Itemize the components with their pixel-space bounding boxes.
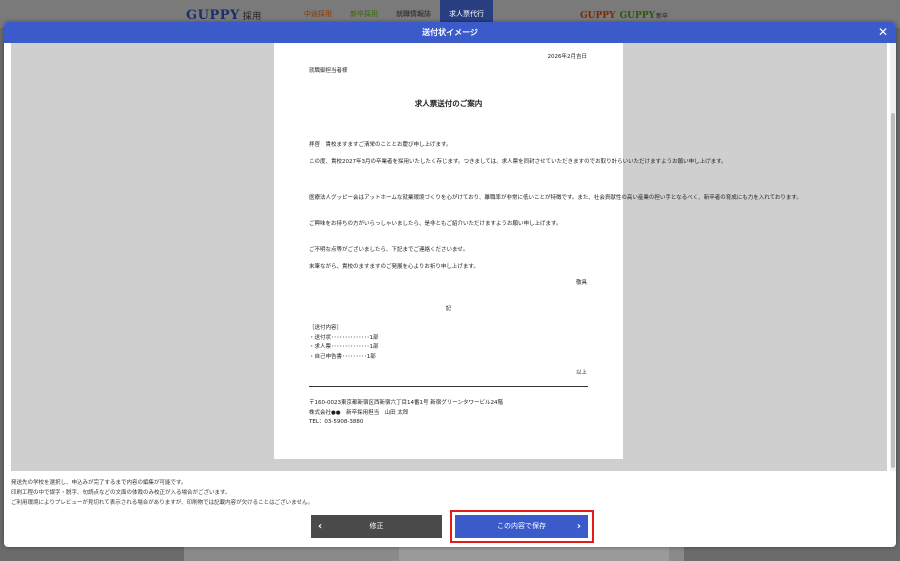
letter-preview-area[interactable]: 2026年2月吉日 就職御担当者様 求人票送付のご案内 拝啓 貴校ますますご清栄… (11, 43, 887, 471)
letter-closing: 末筆ながら、貴校のますますのご発展を心よりお祈り申し上げます。 (309, 264, 479, 270)
letter-sender: 〒160-0023東京都新宿区西新宿六丁目14番1号 新宿グリーンタワービル24… (309, 399, 503, 428)
sender-name: 株式会社●● 新卒採用担当 山田 太郎 (309, 409, 409, 416)
logo-text: GUPPY (186, 8, 240, 23)
sender-address: 〒160-0023東京都新宿区西新宿六丁目14番1号 新宿グリーンタワービル24… (309, 400, 503, 406)
letter-keigu: 敬具 (575, 280, 587, 286)
right-logo-2[interactable]: GUPPY (620, 11, 656, 21)
letter-ijou: 以上 (575, 370, 587, 376)
save-button[interactable]: この内容で保存 › (455, 515, 588, 538)
sender-tel: TEL：03-5908-3880 (309, 419, 364, 425)
chevron-right-icon: › (576, 521, 581, 532)
letter-recipient: 就職御担当者様 (309, 68, 348, 74)
letter-ki: 記 (445, 306, 452, 312)
letter-paragraph-1: この度、貴校2027年3月の卒業者を採用いたしたく存じます。つきましては、求人票… (309, 159, 727, 165)
contents-item: ・送付状･･････････････1部 (309, 334, 379, 341)
close-icon[interactable]: ✕ (876, 25, 890, 39)
note-line: 印刷工程の中で誤字・脱字、句読点などの文面の体裁のみ校正が入る場合がございます。 (11, 490, 231, 496)
right-logo-1[interactable]: GUPPY (580, 11, 616, 21)
letter-paper: 2026年2月吉日 就職御担当者様 求人票送付のご案内 拝啓 貴校ますますご清栄… (274, 43, 802, 459)
cover-letter-modal: 送付状イメージ ✕ 2026年2月吉日 就職御担当者様 求人票送付のご案内 拝啓… (4, 22, 896, 547)
letter-greeting: 拝啓 貴校ますますご清栄のこととお慶び申し上げます。 (309, 142, 452, 148)
modal-header: 送付状イメージ ✕ (4, 22, 896, 43)
guppy-right-logos: GUPPY GUPPY新卒 (580, 11, 668, 21)
contents-heading: ［送付内容］ (309, 325, 343, 331)
letter-paragraph-2: 医療法人グッピー会はアットホームな就業環境づくりを心がけており、離職率が非常に低… (309, 195, 802, 201)
note-line: 発送先の学校を選択し、申込みが完了するまで内容の編集が可能です。 (11, 480, 187, 486)
modal-title: 送付状イメージ (422, 28, 478, 37)
logo-sub: 採用 (242, 12, 262, 22)
contents-item: ・求人票･･････････････1部 (309, 344, 379, 350)
preview-scrollbar[interactable] (890, 43, 896, 471)
save-button-label: この内容で保存 (497, 522, 546, 530)
edit-button-label: 修正 (369, 522, 384, 530)
letter-paragraph-4: ご不明な点等がございましたら、下記までご連絡くださいませ。 (309, 247, 469, 253)
note-line: ご利用環境によりプレビューが見切れて表示される場合がありますが、印刷物では記載内… (11, 500, 313, 506)
letter-contents: ［送付内容］ ・送付状･･････････････1部 ・求人票････････… (309, 324, 379, 362)
letter-divider (309, 386, 588, 387)
letter-date: 2026年2月吉日 (547, 54, 588, 60)
letter-paragraph-3: ご興味をお持ちの方がいらっしゃいましたら、是非ともご紹介いただけますようお願い申… (309, 221, 562, 227)
guppy-logo: GUPPY 採用 (186, 8, 262, 23)
notes: 発送先の学校を選択し、申込みが完了するまで内容の編集が可能です。 印刷工程の中で… (11, 478, 313, 508)
right-logo-sub: 新卒 (656, 13, 669, 20)
letter-title: 求人票送付のご案内 (414, 99, 483, 108)
scrollbar-thumb[interactable] (891, 113, 895, 468)
edit-button[interactable]: ‹ 修正 (311, 515, 442, 538)
contents-item: ・自己申告書･････････1部 (309, 353, 376, 360)
